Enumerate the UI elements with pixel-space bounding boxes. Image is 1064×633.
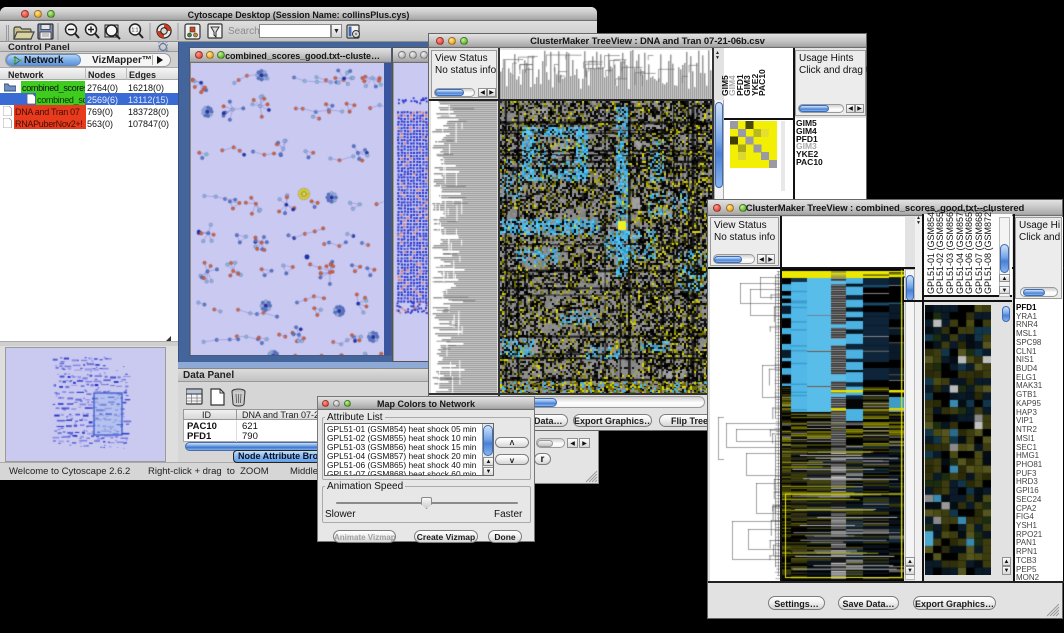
svg-text:1:1: 1:1 [132, 28, 139, 34]
